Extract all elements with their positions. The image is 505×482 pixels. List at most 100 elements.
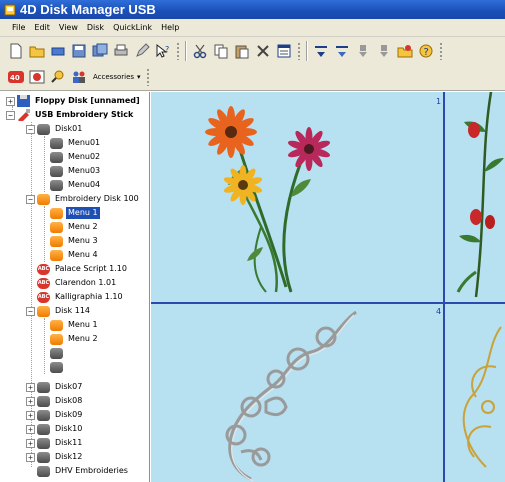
toolbar-grip[interactable] xyxy=(145,68,150,86)
delete-button[interactable] xyxy=(253,41,273,61)
menu-edit[interactable]: Edit xyxy=(34,23,50,32)
tree-menu02[interactable]: Menu02 xyxy=(50,150,102,164)
tree-disk114-empty-2[interactable] xyxy=(50,360,63,374)
save-button[interactable] xyxy=(69,41,89,61)
disk-icon xyxy=(37,465,50,477)
edit-button[interactable] xyxy=(132,41,152,61)
expand-icon[interactable]: + xyxy=(26,424,35,434)
expand-icon[interactable]: + xyxy=(6,96,15,106)
tree-menu-2[interactable]: Menu 2 xyxy=(50,220,100,234)
expand-icon[interactable]: + xyxy=(26,452,35,462)
tree-disk09[interactable]: + Disk09 xyxy=(26,408,84,422)
menu-icon xyxy=(50,165,63,177)
disk-icon xyxy=(37,423,50,435)
move-bottom-button[interactable] xyxy=(332,41,352,61)
open-button[interactable] xyxy=(27,41,47,61)
disk-icon xyxy=(37,381,50,393)
menu-disk[interactable]: Disk xyxy=(87,23,104,32)
empty-slot-icon xyxy=(50,347,63,359)
cell-number: 1 xyxy=(436,97,442,106)
menu-help[interactable]: Help xyxy=(161,23,179,32)
collapse-icon[interactable]: − xyxy=(6,110,15,120)
move-top-button[interactable] xyxy=(374,41,394,61)
drive-icon xyxy=(51,47,65,55)
copy-button[interactable] xyxy=(211,41,231,61)
window-title: 4D Disk Manager USB xyxy=(20,2,156,17)
tree-disk11[interactable]: + Disk11 xyxy=(26,436,84,450)
flower-design-preview[interactable] xyxy=(191,97,351,297)
tree-font-clarendon[interactable]: ABC Clarendon 1.01 xyxy=(37,276,118,290)
move-up-button[interactable] xyxy=(353,41,373,61)
help-pointer-button[interactable]: ? xyxy=(153,41,173,61)
new-button[interactable] xyxy=(6,41,26,61)
tree-menu03[interactable]: Menu03 xyxy=(50,164,102,178)
tree-disk08[interactable]: + Disk08 xyxy=(26,394,84,408)
expand-icon[interactable]: + xyxy=(26,382,35,392)
properties-button[interactable] xyxy=(274,41,294,61)
arrow-down-bar-icon xyxy=(336,45,348,57)
tree-disk10[interactable]: + Disk10 xyxy=(26,422,84,436)
tree-disk01[interactable]: − Disk01 xyxy=(26,122,84,136)
design-button[interactable] xyxy=(27,67,47,87)
tree-disk114-menu-2[interactable]: Menu 2 xyxy=(50,332,100,346)
tree-disk-114[interactable]: − Disk 114 xyxy=(26,304,92,318)
collapse-icon[interactable]: − xyxy=(26,194,35,204)
print-button[interactable] xyxy=(111,41,131,61)
tree-root-floppy[interactable]: + Floppy Disk [unnamed] xyxy=(6,94,142,108)
arrow-up-icon xyxy=(359,44,367,57)
tree-menu04[interactable]: Menu04 xyxy=(50,178,102,192)
cut-button[interactable] xyxy=(190,41,210,61)
open-disk-button[interactable] xyxy=(395,41,415,61)
menu-view[interactable]: View xyxy=(59,23,78,32)
tree-disk114-empty-1[interactable] xyxy=(50,346,63,360)
tree-disk07[interactable]: + Disk07 xyxy=(26,380,84,394)
tree-label: Menu 4 xyxy=(68,250,98,259)
accessories-toolbar: 40 Accessories ▾ xyxy=(0,64,505,91)
help-button[interactable]: ? xyxy=(416,41,436,61)
collapse-icon[interactable]: − xyxy=(26,124,35,134)
menu-icon xyxy=(50,235,63,247)
tree-menu-3[interactable]: Menu 3 xyxy=(50,234,100,248)
users-button[interactable] xyxy=(69,67,89,87)
expand-icon[interactable]: + xyxy=(26,438,35,448)
tree-menu-1[interactable]: Menu 1 xyxy=(50,206,100,220)
tree-font-palace-script[interactable]: ABC Palace Script 1.10 xyxy=(37,262,129,276)
accessories-label: Accessories xyxy=(93,73,135,81)
tree-menu-4[interactable]: Menu 4 xyxy=(50,248,100,262)
toolbar-grip[interactable] xyxy=(297,41,301,60)
expand-icon[interactable]: + xyxy=(26,410,35,420)
rosehip-design-preview[interactable] xyxy=(446,92,505,302)
save-all-button[interactable] xyxy=(90,41,110,61)
new-document-icon xyxy=(10,43,22,58)
usb-stick-icon xyxy=(18,109,30,121)
abc-button[interactable]: 40 xyxy=(6,67,26,87)
tree-menu01[interactable]: Menu01 xyxy=(50,136,102,150)
disk-icon xyxy=(37,437,50,449)
expand-icon[interactable]: + xyxy=(26,396,35,406)
tree-disk12[interactable]: + Disk12 xyxy=(26,450,84,464)
tree-embroidery-disk-100[interactable]: − Embroidery Disk 100 xyxy=(26,192,141,206)
lace-design-preview[interactable] xyxy=(206,307,366,482)
disk-button[interactable] xyxy=(48,41,68,61)
toolbar-grip[interactable] xyxy=(439,41,443,60)
menu-icon xyxy=(50,137,63,149)
abc-font-icon: ABC xyxy=(37,263,50,275)
scissors-icon xyxy=(193,44,207,58)
move-down-button[interactable] xyxy=(311,41,331,61)
tree-label: Menu 2 xyxy=(68,334,98,343)
toolbar-grip[interactable] xyxy=(176,41,180,60)
tree-root-usb[interactable]: − USB Embroidery Stick xyxy=(6,108,135,122)
gold-swirl-design-preview[interactable] xyxy=(446,307,505,482)
paste-button[interactable] xyxy=(232,41,252,61)
properties-icon xyxy=(277,44,291,57)
tree-font-kalligraphia[interactable]: ABC Kalligraphia 1.10 xyxy=(37,290,125,304)
search-button[interactable] xyxy=(48,67,68,87)
accessories-dropdown[interactable]: Accessories ▾ xyxy=(90,68,144,86)
menu-quicklink[interactable]: QuickLink xyxy=(113,23,152,32)
design-canvas[interactable]: 1 4 xyxy=(151,92,505,482)
menu-file[interactable]: File xyxy=(12,23,25,32)
tree-dhv-embroideries[interactable]: DHV Embroideries xyxy=(37,464,130,478)
tree-label: USB Embroidery Stick xyxy=(35,110,134,119)
tree-disk114-menu-1[interactable]: Menu 1 xyxy=(50,318,100,332)
collapse-icon[interactable]: − xyxy=(26,306,35,316)
